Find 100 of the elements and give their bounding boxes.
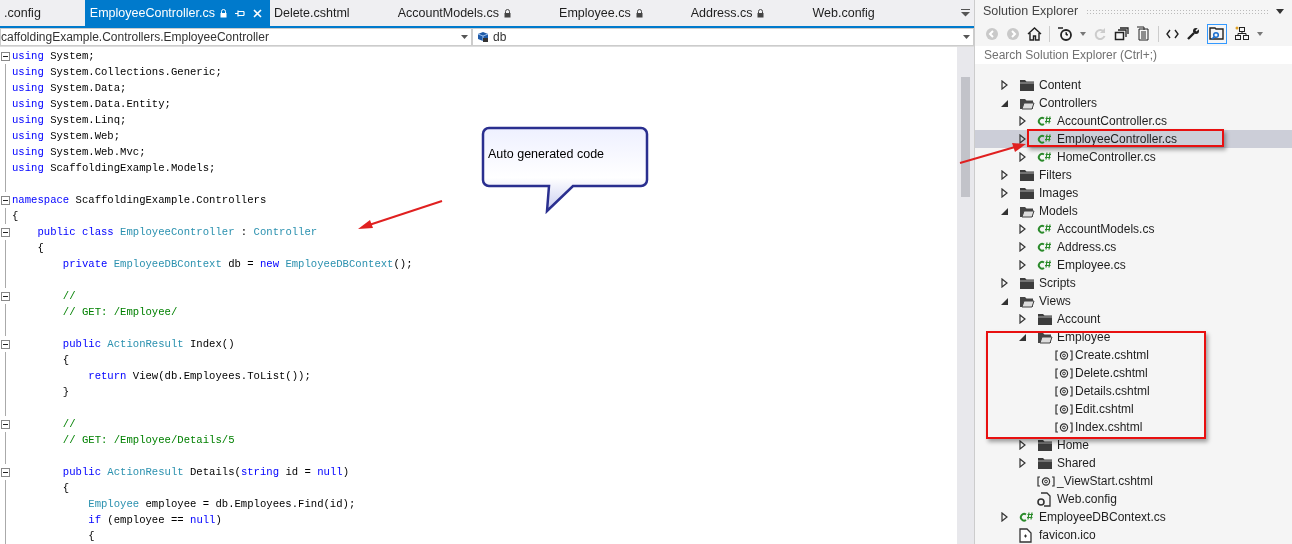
razor-file-icon (1055, 385, 1073, 397)
expanded-arrow-icon[interactable] (1001, 297, 1008, 305)
collapse-icon[interactable] (1, 419, 10, 429)
code-line: using System.Data.Entity; (12, 97, 171, 112)
document-tab[interactable]: EmployeeController.cs (84, 0, 270, 26)
search-field[interactable]: Search Solution Explorer (Ctrl+;) (975, 45, 1292, 64)
dropdown-icon[interactable] (1276, 8, 1284, 14)
tree-item[interactable]: Employee.cs (975, 256, 1292, 274)
tree-item[interactable]: Controllers (975, 94, 1292, 112)
collapse-icon[interactable] (1, 51, 10, 61)
tree-item[interactable]: Images (975, 184, 1292, 202)
collapse-icon[interactable] (1, 195, 10, 205)
clock-icon[interactable] (1057, 26, 1073, 42)
dropdown-icon[interactable] (961, 9, 970, 17)
tree-item[interactable]: Views (975, 292, 1292, 310)
code-line: using System.Linq; (12, 113, 127, 128)
pages-icon[interactable] (1136, 26, 1151, 42)
tree-item[interactable]: Web.config (975, 490, 1292, 508)
collapsed-arrow-icon[interactable] (1001, 170, 1008, 180)
tree-item[interactable]: HomeController.cs (975, 148, 1292, 166)
tree-item[interactable]: Delete.cshtml (975, 364, 1292, 382)
razor-file-icon (1055, 421, 1073, 433)
collapse-icon[interactable] (1, 339, 10, 349)
tree-item[interactable]: EmployeeDBContext.cs (975, 508, 1292, 526)
pin-icon[interactable] (234, 8, 245, 18)
csharp-file-icon (1037, 223, 1053, 235)
expanded-arrow-icon[interactable] (1019, 333, 1026, 341)
collapse-icon[interactable] (1, 291, 10, 301)
collapsed-arrow-icon[interactable] (1019, 440, 1026, 450)
scrollbar[interactable] (957, 47, 974, 544)
expanded-arrow-icon[interactable] (1001, 207, 1008, 215)
code-icon[interactable] (1166, 28, 1179, 39)
tree-item[interactable]: Address.cs (975, 238, 1292, 256)
code-line: using System.Web; (12, 129, 121, 144)
tree-item[interactable]: Create.cshtml (975, 346, 1292, 364)
collapse-icon[interactable] (1, 467, 10, 477)
type-dropdown[interactable]: caffoldingExample.Controllers.EmployeeController (0, 28, 472, 46)
caret-icon[interactable] (963, 35, 970, 39)
tree-item[interactable]: Models (975, 202, 1292, 220)
collapse-all-icon[interactable] (1114, 26, 1129, 41)
folder-icon (1019, 276, 1035, 290)
document-tab[interactable]: Employee.cs (555, 0, 687, 26)
folder-icon (1019, 78, 1035, 92)
collapsed-arrow-icon[interactable] (1019, 314, 1026, 324)
collapsed-arrow-icon[interactable] (1019, 152, 1026, 162)
home-icon[interactable] (1027, 26, 1042, 41)
tree-item[interactable]: favicon.ico (975, 526, 1292, 544)
collapsed-arrow-icon[interactable] (1019, 242, 1026, 252)
code-line: namespace ScaffoldingExample.Controllers (12, 193, 267, 208)
diagram-icon[interactable] (1234, 26, 1250, 42)
expanded-arrow-icon[interactable] (1001, 99, 1008, 107)
wrench-icon[interactable] (1186, 26, 1200, 41)
tree-item[interactable]: Index.cshtml (975, 418, 1292, 436)
collapsed-arrow-icon[interactable] (1001, 512, 1008, 522)
tree-item[interactable]: Edit.cshtml (975, 400, 1292, 418)
folder-icon (1019, 168, 1035, 182)
tree-item[interactable]: AccountController.cs (975, 112, 1292, 130)
code-line: using System; (12, 49, 95, 64)
collapsed-arrow-icon[interactable] (1001, 80, 1008, 90)
tree-item[interactable]: Filters (975, 166, 1292, 184)
document-tab[interactable]: Delete.cshtml (269, 0, 394, 26)
tree-item[interactable]: _ViewStart.cshtml (975, 472, 1292, 490)
code-line: if (employee == null) (87, 513, 222, 528)
collapsed-arrow-icon[interactable] (1019, 116, 1026, 126)
tree-item[interactable]: AccountModels.cs (975, 220, 1292, 238)
csharp-file-icon (1037, 115, 1053, 127)
caret-icon[interactable] (1257, 31, 1263, 36)
code-line: { (61, 481, 70, 496)
csharp-file-icon (1019, 511, 1035, 523)
tree-item[interactable]: Account (975, 310, 1292, 328)
razor-file-icon (1037, 475, 1055, 487)
collapsed-arrow-icon[interactable] (1001, 278, 1008, 288)
collapsed-arrow-icon[interactable] (1019, 134, 1026, 144)
tree-item[interactable]: Details.cshtml (975, 382, 1292, 400)
close-icon[interactable] (252, 8, 262, 18)
tree-item[interactable]: Employee (975, 328, 1292, 346)
document-tab[interactable]: .config (0, 0, 85, 26)
tree-item[interactable]: Home (975, 436, 1292, 454)
caret-icon[interactable] (1080, 31, 1086, 36)
collapsed-arrow-icon[interactable] (1001, 188, 1008, 198)
code-line: // GET: /Employee/ (61, 305, 178, 320)
collapsed-arrow-icon[interactable] (1019, 260, 1026, 270)
document-tab[interactable]: Address.cs (686, 0, 809, 26)
razor-file-icon (1055, 367, 1073, 379)
preview-button[interactable] (1207, 23, 1227, 44)
annotation-arrow (959, 141, 1027, 165)
tree-item[interactable]: Content (975, 76, 1292, 94)
member-dropdown[interactable]: db (472, 28, 974, 46)
tree-item[interactable]: Scripts (975, 274, 1292, 292)
open-folder-icon (1019, 294, 1035, 308)
collapse-icon[interactable] (1, 227, 10, 237)
document-tab[interactable]: AccountModels.cs (393, 0, 556, 26)
code-line: { (12, 209, 19, 224)
code-line: using System.Data; (12, 81, 127, 96)
collapsed-arrow-icon[interactable] (1019, 458, 1026, 468)
callout-text: Auto generated code (488, 147, 605, 161)
document-tab[interactable]: Web.config (808, 0, 919, 26)
caret-icon[interactable] (461, 35, 468, 39)
tree-item[interactable]: Shared (975, 454, 1292, 472)
collapsed-arrow-icon[interactable] (1019, 224, 1026, 234)
